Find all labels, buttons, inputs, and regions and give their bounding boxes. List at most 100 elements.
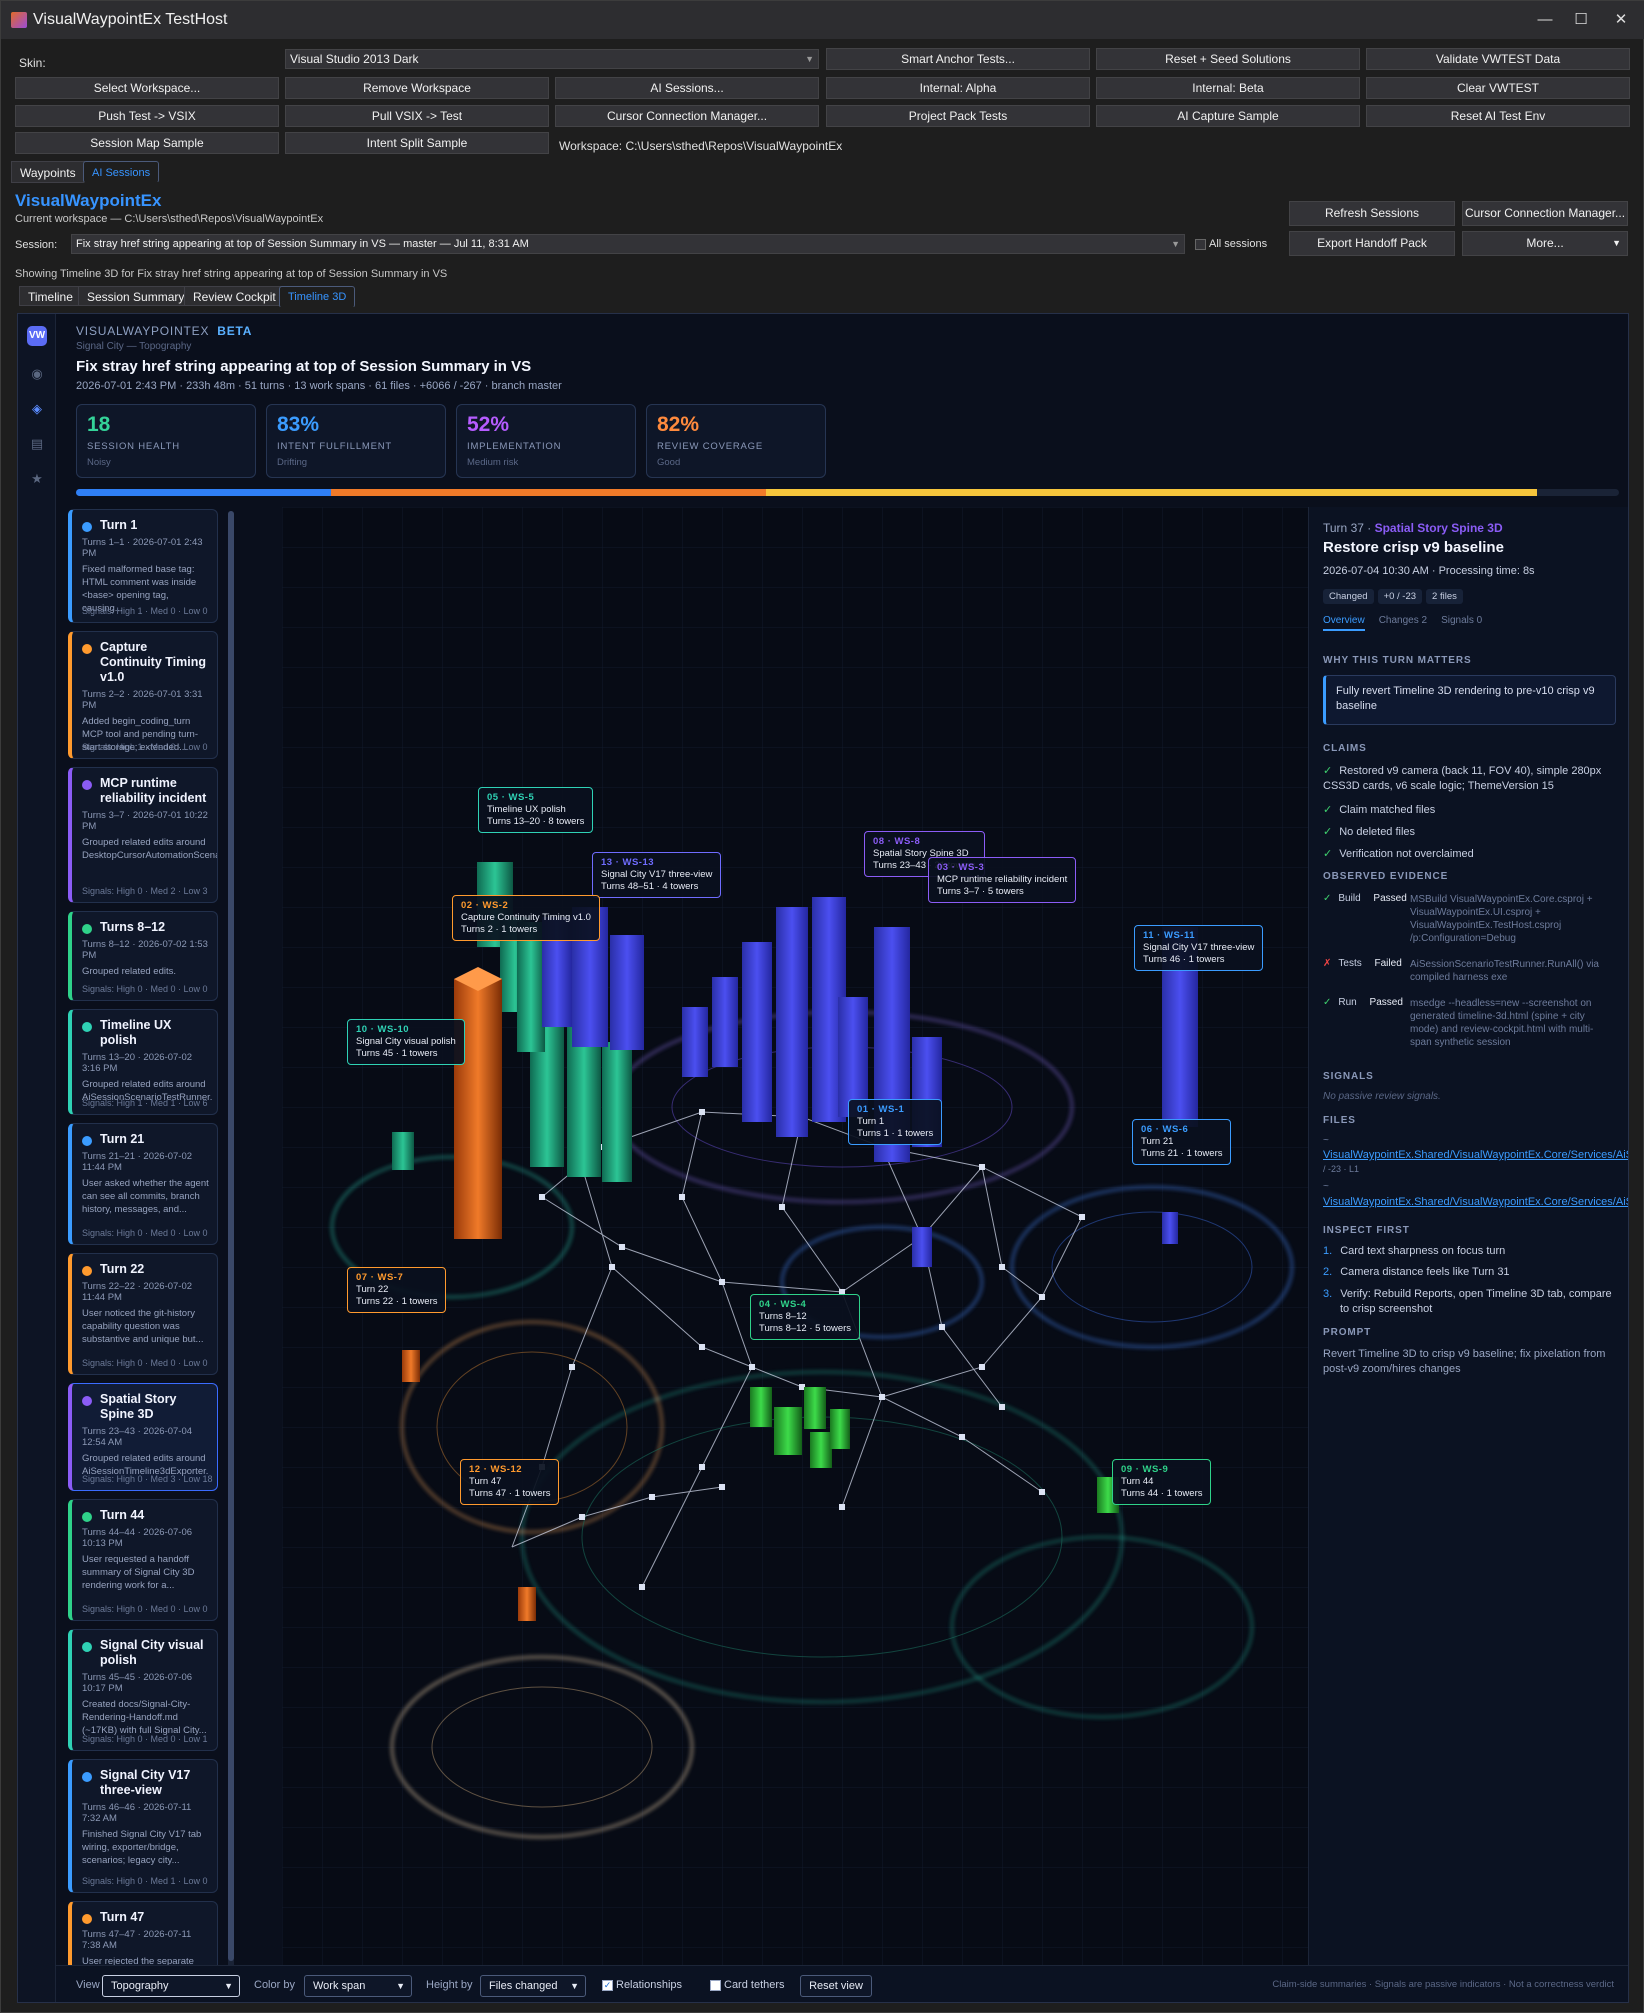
view-select[interactable]: Topography ▼ <box>102 1975 240 1997</box>
session-combo[interactable]: Fix stray href string appearing at top o… <box>71 234 1185 254</box>
more-label: More... <box>1526 236 1564 250</box>
kpi-label: INTENT FULFILLMENT <box>277 441 393 452</box>
card-list-scrollbar[interactable] <box>228 511 234 1971</box>
work-span-tag[interactable]: 13 · WS-13 Signal City V17 three-view Turn… <box>592 852 722 898</box>
inspect-item: 2. Camera distance feels like Turn 31 <box>1323 1266 1510 1278</box>
project-pack-tests-button[interactable]: Project Pack Tests <box>826 105 1090 127</box>
session-map-sample-button[interactable]: Session Map Sample <box>15 132 279 154</box>
work-span-tag[interactable]: 11 · WS-11 Signal City V17 three-view Turn… <box>1134 925 1264 971</box>
signals-text: No passive review signals. <box>1323 1091 1441 1102</box>
reset-ai-test-env-button[interactable]: Reset AI Test Env <box>1366 105 1630 127</box>
turn-card[interactable]: Timeline UX polish Turns 13–20 · 2026-07-… <box>68 1009 218 1115</box>
cursor-connection-manager-button-2[interactable]: Cursor Connection Manager... <box>1462 201 1628 226</box>
export-handoff-pack-button[interactable]: Export Handoff Pack <box>1289 231 1455 256</box>
smart-anchor-tests-button[interactable]: Smart Anchor Tests... <box>826 48 1090 70</box>
vw-logo-icon[interactable]: VW <box>27 326 47 346</box>
work-span-tag[interactable]: 03 · WS-3 MCP runtime reliability inciden… <box>928 857 1077 903</box>
turn-card[interactable]: Turns 8–12 Turns 8–12 · 2026-07-02 1:53 P… <box>68 911 218 1001</box>
turn-card[interactable]: Turn 1 Turns 1–1 · 2026-07-01 2:43 PM Fixe… <box>68 509 218 623</box>
turn-card[interactable]: Signal City visual polish Turns 45–45 · 2… <box>68 1629 218 1751</box>
work-span-tag[interactable]: 04 · WS-4 Turns 8–12 Turns 8–12 · 5 towers <box>750 1294 861 1340</box>
turn-card[interactable]: Turn 44 Turns 44–44 · 2026-07-06 10:13 PM… <box>68 1499 218 1621</box>
work-span-tag[interactable]: 07 · WS-7 Turn 22 Turns 22 · 1 towers <box>347 1267 447 1313</box>
scrollbar-thumb[interactable] <box>228 511 234 1961</box>
reset-seed-button[interactable]: Reset + Seed Solutions <box>1096 48 1360 70</box>
signals-heading: SIGNALS <box>1323 1071 1374 1082</box>
turn-card[interactable]: Spatial Story Spine 3D Turns 23–43 · 2026… <box>68 1383 218 1491</box>
file-link[interactable]: VisualWaypointEx.Shared/VisualWaypointEx… <box>1323 1196 1628 1208</box>
tag-info: Turns 2 · 1 towers <box>461 924 538 935</box>
turn-dot-icon <box>82 644 92 654</box>
height-by-select[interactable]: Files changed ▼ <box>480 1975 586 1997</box>
signal-city-scene[interactable]: 05 · WS-5 Timeline UX polish Turns 13–20 ·… <box>282 507 1308 1965</box>
item-number: 2. <box>1323 1266 1333 1278</box>
turn-card[interactable]: Turn 47 Turns 47–47 · 2026-07-11 7:38 AM U… <box>68 1901 218 1967</box>
tab-ai-sessions[interactable]: AI Sessions <box>83 161 160 183</box>
clear-vwtest-button[interactable]: Clear VWTEST <box>1366 77 1630 99</box>
push-test-vsix-button[interactable]: Push Test -> VSIX <box>15 105 279 127</box>
scene-canvas[interactable] <box>282 507 1308 1965</box>
ai-capture-sample-button[interactable]: AI Capture Sample <box>1096 105 1360 127</box>
turn-card[interactable]: Turn 22 Turns 22–22 · 2026-07-02 11:44 PM… <box>68 1253 218 1375</box>
minimize-icon[interactable]: — <box>1525 1 1565 39</box>
work-span-tag[interactable]: 10 · WS-10 Signal City visual polish Turns… <box>347 1019 465 1065</box>
prompt-text: Revert Timeline 3D to crisp v9 baseline;… <box>1323 1348 1606 1375</box>
all-sessions-checkbox[interactable]: All sessions <box>1195 238 1267 250</box>
target-icon[interactable]: ◉ <box>27 364 47 384</box>
validate-vwtest-button[interactable]: Validate VWTEST Data <box>1366 48 1630 70</box>
checkbox-unchecked-icon[interactable] <box>710 1979 721 1991</box>
work-span-tag[interactable]: 12 · WS-12 Turn 47 Turns 47 · 1 towers <box>460 1459 560 1505</box>
tab-signals[interactable]: Signals 0 <box>1441 615 1482 626</box>
tag-id: 09 · WS-9 <box>1121 1464 1169 1475</box>
turn-card[interactable]: Turn 21 Turns 21–21 · 2026-07-02 11:44 PM… <box>68 1123 218 1245</box>
evidence-kind: Run <box>1338 997 1357 1008</box>
pull-vsix-test-button[interactable]: Pull VSIX -> Test <box>285 105 549 127</box>
work-span-tag[interactable]: 05 · WS-5 Timeline UX polish Turns 13–20 ·… <box>478 787 594 833</box>
card-tethers-toggle[interactable]: Card tethers <box>710 1979 785 1991</box>
tab-session-summary[interactable]: Session Summary <box>78 286 194 306</box>
maximize-icon[interactable]: ☐ <box>1561 1 1601 39</box>
checkbox-checked-icon[interactable]: ✓ <box>602 1979 613 1991</box>
turn-card[interactable]: Signal City V17 three-view Turns 46–46 · … <box>68 1759 218 1893</box>
close-icon[interactable]: ✕ <box>1601 1 1641 39</box>
turn-card-meta: Turns 47–47 · 2026-07-11 7:38 AM <box>82 1929 192 1951</box>
refresh-sessions-button[interactable]: Refresh Sessions <box>1289 201 1455 226</box>
skin-combo[interactable]: Visual Studio 2013 Dark ▼ <box>285 49 819 69</box>
internal-beta-button[interactable]: Internal: Beta <box>1096 77 1360 99</box>
star-icon[interactable]: ★ <box>27 469 47 489</box>
turn-card[interactable]: MCP runtime reliability incident Turns 3–… <box>68 767 218 903</box>
file-link[interactable]: VisualWaypointEx.Shared/VisualWaypointEx… <box>1323 1149 1628 1161</box>
ai-sessions-button[interactable]: AI Sessions... <box>555 77 819 99</box>
more-button[interactable]: More... ▼ <box>1462 231 1628 256</box>
tag-id: 12 · WS-12 <box>469 1464 523 1475</box>
inspect-item: 1. Card text sharpness on focus turn <box>1323 1245 1505 1257</box>
tag-name: Turn 1 <box>857 1116 885 1127</box>
internal-alpha-button[interactable]: Internal: Alpha <box>826 77 1090 99</box>
work-span-tag[interactable]: 09 · WS-9 Turn 44 Turns 44 · 1 towers <box>1112 1459 1212 1505</box>
tab-timeline-3d[interactable]: Timeline 3D <box>279 286 356 308</box>
diamond-icon[interactable]: ◈ <box>27 399 47 419</box>
cursor-connection-manager-button[interactable]: Cursor Connection Manager... <box>555 105 819 127</box>
color-by-select[interactable]: Work span ▼ <box>304 1975 412 1997</box>
checkbox-box[interactable] <box>1195 238 1206 250</box>
list-icon[interactable]: ▤ <box>27 434 47 454</box>
work-span-tag[interactable]: 02 · WS-2 Capture Continuity Timing v1.0 T… <box>452 895 600 941</box>
tab-waypoints[interactable]: Waypoints <box>11 161 85 183</box>
tab-overview[interactable]: Overview <box>1323 615 1365 631</box>
tab-review-cockpit[interactable]: Review Cockpit <box>184 286 285 306</box>
intent-split-sample-button[interactable]: Intent Split Sample <box>285 132 549 154</box>
tag-id: 10 · WS-10 <box>356 1024 410 1035</box>
work-span-tag[interactable]: 06 · WS-6 Turn 21 Turns 21 · 1 towers <box>1132 1119 1232 1165</box>
turn-card[interactable]: Capture Continuity Timing v1.0 Turns 2–2 … <box>68 631 218 759</box>
turn-dot-icon <box>82 1136 92 1146</box>
tab-timeline[interactable]: Timeline <box>19 286 82 306</box>
select-workspace-button[interactable]: Select Workspace... <box>15 77 279 99</box>
remove-workspace-button[interactable]: Remove Workspace <box>285 77 549 99</box>
relationships-toggle[interactable]: ✓ Relationships <box>602 1979 682 1991</box>
kpi-sub: Medium risk <box>467 457 519 468</box>
reset-view-button[interactable]: Reset view <box>800 1975 872 1997</box>
work-span-tag[interactable]: 01 · WS-1 Turn 1 Turns 1 · 1 towers <box>848 1099 943 1145</box>
tab-changes[interactable]: Changes 2 <box>1379 615 1427 626</box>
detail-span[interactable]: Spatial Story Spine 3D <box>1375 521 1503 535</box>
turn-card-list[interactable]: Turn 1 Turns 1–1 · 2026-07-01 2:43 PM Fixe… <box>68 509 226 1967</box>
